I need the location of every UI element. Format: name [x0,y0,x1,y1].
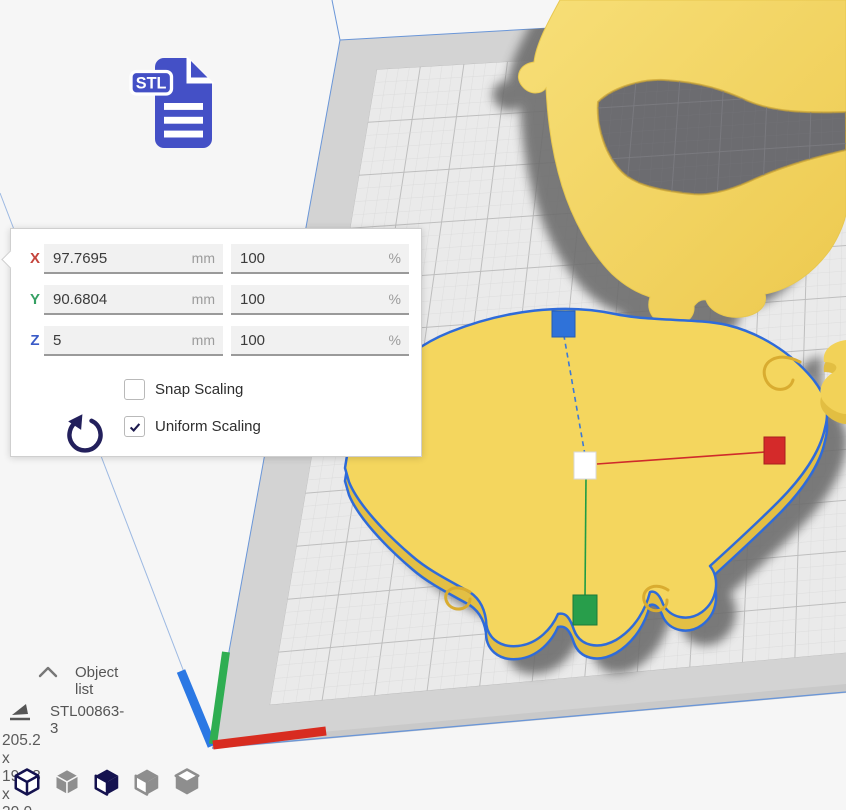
x-percent-field[interactable]: 100 % [231,244,409,274]
model-name[interactable]: STL00863-3 [50,703,124,737]
chevron-up-icon[interactable] [36,665,60,679]
y-percent-field[interactable]: 100 % [231,285,409,315]
gizmo-handle-z[interactable] [552,311,575,337]
view-front-icon[interactable] [52,766,82,798]
snap-scaling-row: Snap Scaling [124,379,243,400]
checkmark-icon [130,423,139,430]
x-mm-field[interactable]: 97.7695 mm [44,244,223,274]
uniform-scaling-row: Uniform Scaling [124,416,261,437]
y-axis-label: Y [28,291,42,308]
view-top-icon[interactable] [92,766,122,798]
stl-file-icon: STL [128,50,218,156]
percent-unit: % [389,291,409,307]
camera-view-toolbar [12,766,202,798]
reset-scale-button[interactable] [63,411,107,459]
percent-unit: % [389,250,409,266]
model-icon [8,699,32,723]
z-percent-field[interactable]: 100 % [231,326,409,356]
view-left-icon[interactable] [132,766,162,798]
gizmo-handle-x[interactable] [764,437,785,464]
scale-row-z: Z 5 mm 100 % [11,326,421,356]
z-axis-label: Z [28,332,42,349]
scale-row-y: Y 90.6804 mm 100 % [11,285,421,315]
build-volume-edge [332,0,340,40]
mm-unit: mm [192,250,223,266]
uniform-scaling-label: Uniform Scaling [155,418,261,435]
x-axis-label: X [28,250,42,267]
mm-unit: mm [192,291,223,307]
stl-label: STL [136,75,167,93]
gizmo-handle-center[interactable] [574,452,596,479]
scale-tool-panel: X 97.7695 mm 100 % Y 90.6804 mm 100 % Z [10,228,422,457]
object-list-header[interactable]: Object list [75,664,118,698]
cura-viewport-app: STL X 97.7695 mm 100 % Y 90.6804 mm [0,0,846,810]
folded-corner [187,56,215,84]
snap-scaling-label: Snap Scaling [155,381,243,398]
scale-row-x: X 97.7695 mm 100 % [11,244,421,274]
z-axis-bar [181,671,212,746]
view-3d-icon[interactable] [12,766,42,798]
y-mm-field[interactable]: 90.6804 mm [44,285,223,315]
view-right-icon[interactable] [172,766,202,798]
uniform-checkbox[interactable] [124,416,145,437]
percent-unit: % [389,332,409,348]
z-mm-field[interactable]: 5 mm [44,326,223,356]
gizmo-handle-y[interactable] [573,595,597,625]
snap-checkbox[interactable] [124,379,145,400]
mm-unit: mm [192,332,223,348]
